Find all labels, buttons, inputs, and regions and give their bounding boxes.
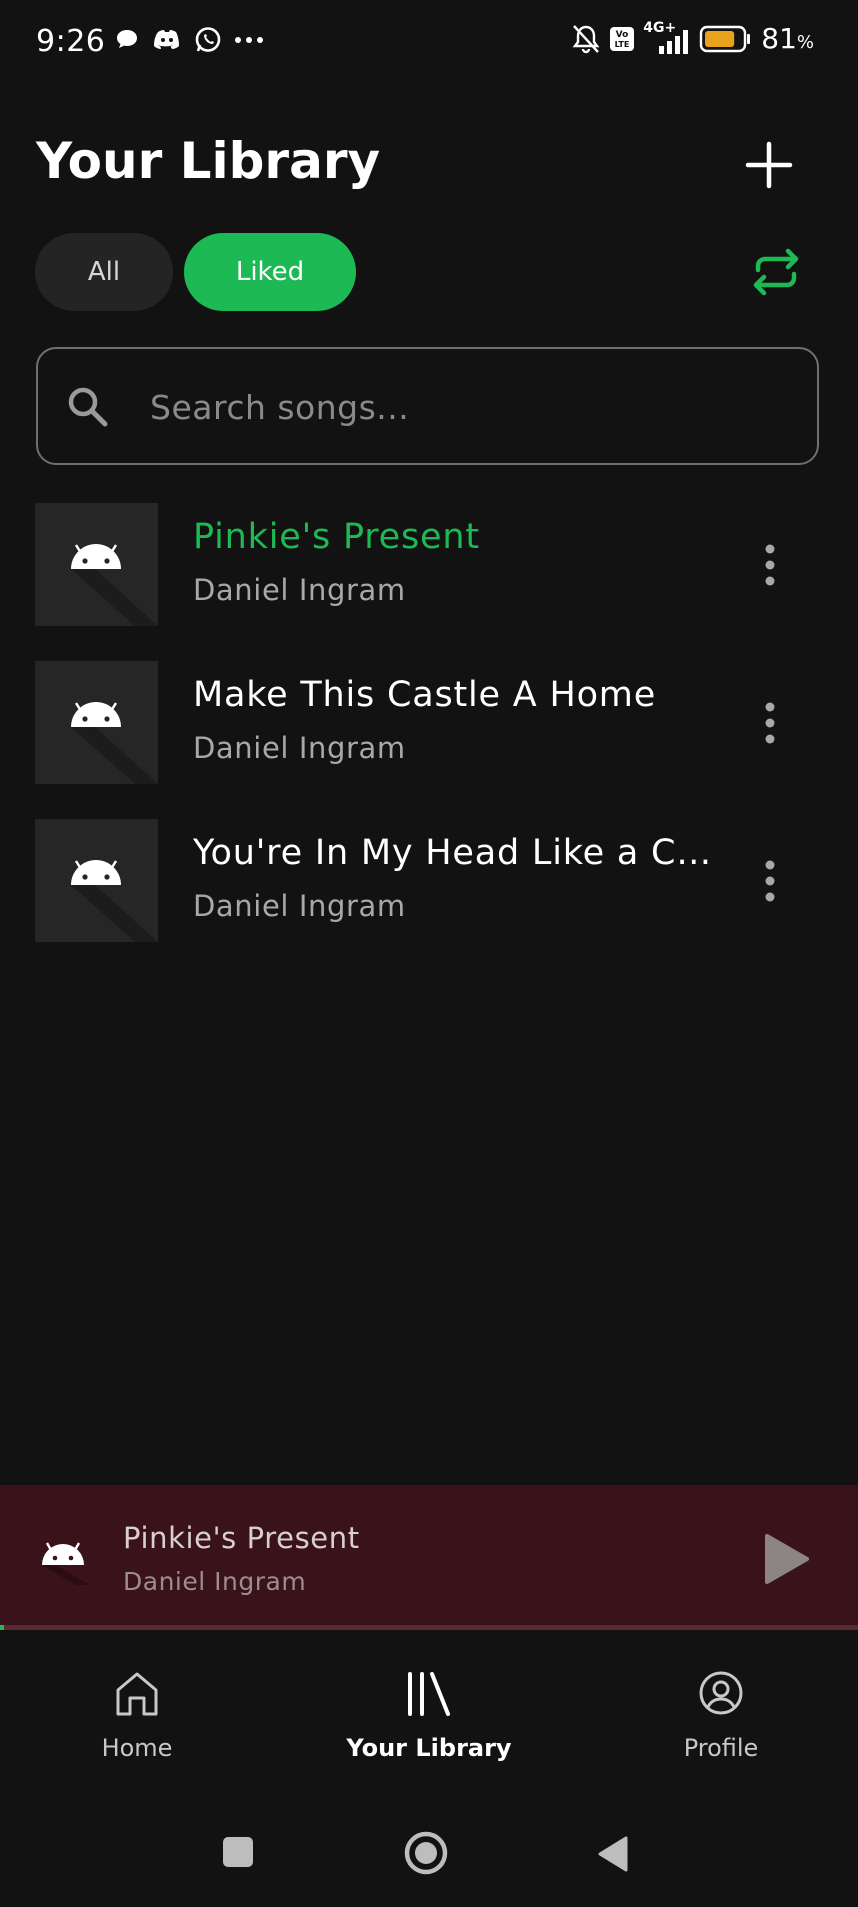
battery-icon xyxy=(700,25,751,52)
mini-player[interactable]: Pinkie's Present Daniel Ingram xyxy=(0,1485,858,1630)
system-navigation-bar xyxy=(0,1800,858,1907)
system-status-icons: Vo LTE 4G+ 81% xyxy=(571,20,814,55)
home-icon xyxy=(116,1672,158,1716)
back-button[interactable] xyxy=(596,1836,630,1876)
plus-icon xyxy=(745,141,793,189)
battery-percentage: 81% xyxy=(761,22,814,55)
svg-text:LTE: LTE xyxy=(615,40,630,49)
song-title: Make This Castle A Home xyxy=(193,675,657,715)
song-options-button[interactable] xyxy=(752,699,788,747)
status-bar: 9:26 Vo LTE 4G+ 81% xyxy=(0,0,858,88)
circle-home-icon xyxy=(404,1831,448,1875)
status-time: 9:26 xyxy=(36,24,106,59)
discord-icon xyxy=(154,30,179,49)
repeat-button[interactable] xyxy=(746,246,806,298)
song-row[interactable]: Make This Castle A Home Daniel Ingram xyxy=(0,661,858,785)
filter-chip-liked[interactable]: Liked xyxy=(184,233,356,311)
song-artwork xyxy=(35,819,158,942)
android-icon xyxy=(71,860,158,942)
song-artwork xyxy=(35,661,158,784)
chat-bubble-icon xyxy=(117,30,137,48)
song-title: Pinkie's Present xyxy=(193,517,480,557)
android-icon xyxy=(71,544,158,626)
android-icon xyxy=(71,702,158,784)
play-icon xyxy=(765,1534,809,1584)
library-icon xyxy=(408,1672,450,1716)
bottom-navigation: Home Your Library Profile xyxy=(0,1630,858,1790)
repeat-icon xyxy=(753,248,799,296)
song-artist: Daniel Ingram xyxy=(193,573,406,607)
signal-icon: 4G+ xyxy=(643,20,691,54)
android-icon xyxy=(42,1542,90,1585)
song-options-button[interactable] xyxy=(752,541,788,589)
filter-chip-all[interactable]: All xyxy=(35,233,173,311)
song-artist: Daniel Ingram xyxy=(193,731,406,765)
nav-your-library[interactable]: Your Library xyxy=(319,1630,539,1780)
now-playing-title: Pinkie's Present xyxy=(123,1521,360,1555)
add-button[interactable] xyxy=(740,136,798,194)
search-icon xyxy=(68,387,108,427)
song-row[interactable]: Pinkie's Present Daniel Ingram xyxy=(0,503,858,627)
profile-icon xyxy=(699,1671,743,1715)
recents-button[interactable] xyxy=(222,1836,254,1872)
notification-icons xyxy=(114,26,264,54)
bell-muted-icon xyxy=(572,24,600,53)
more-notifications-icon xyxy=(235,37,263,43)
now-playing-artist: Daniel Ingram xyxy=(123,1567,307,1596)
song-row[interactable]: You're In My Head Like a Catchy Song Dan… xyxy=(0,819,858,943)
song-artist: Daniel Ingram xyxy=(193,889,406,923)
svg-text:Vo: Vo xyxy=(616,30,629,40)
nav-library-label: Your Library xyxy=(346,1734,512,1762)
play-button[interactable] xyxy=(760,1531,812,1587)
nav-home[interactable]: Home xyxy=(27,1630,247,1780)
song-title: You're In My Head Like a Catchy Song xyxy=(193,833,713,873)
square-icon xyxy=(223,1837,253,1867)
song-artwork xyxy=(35,503,158,626)
search-input[interactable] xyxy=(148,379,792,435)
page-title: Your Library xyxy=(36,132,381,190)
nav-profile-label: Profile xyxy=(683,1734,759,1762)
search-box[interactable] xyxy=(36,347,819,465)
home-system-button[interactable] xyxy=(403,1830,449,1880)
more-vertical-icon xyxy=(765,860,775,902)
volte-icon: VoLTE xyxy=(610,26,635,51)
song-options-button[interactable] xyxy=(752,857,788,905)
more-vertical-icon xyxy=(765,544,775,586)
whatsapp-icon xyxy=(195,27,221,52)
nav-profile[interactable]: Profile xyxy=(611,1630,831,1780)
back-triangle-icon xyxy=(598,1836,628,1872)
nav-home-label: Home xyxy=(101,1734,173,1762)
more-vertical-icon xyxy=(765,702,775,744)
